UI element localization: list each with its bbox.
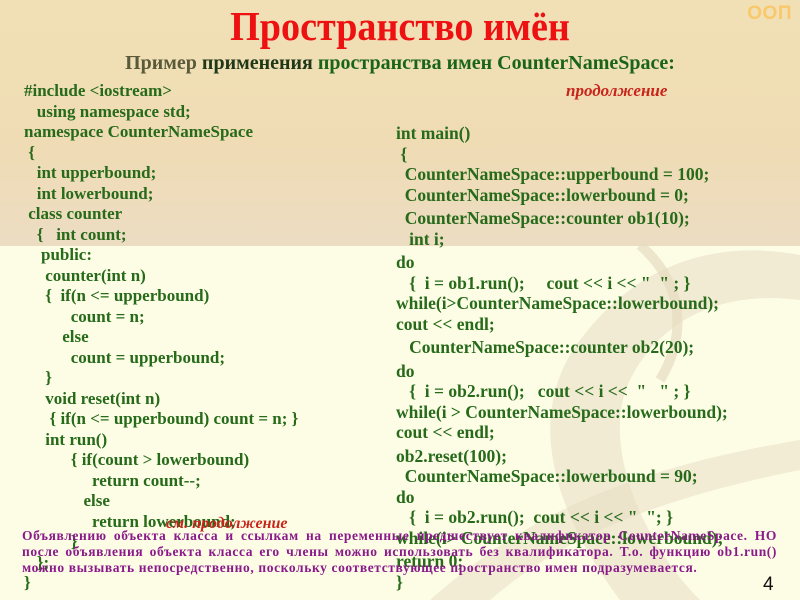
code-line: while(i > CounterNameSpace::lowerbound); [396,401,728,422]
subtitle-part-2: применения [201,52,313,74]
section-label: ООП [747,3,792,24]
code-line: count = n; [24,306,145,326]
page-number: 4 [763,574,774,595]
code-line: int i; [396,228,445,249]
code-line: class counter [24,204,123,223]
code-line: { [24,142,35,162]
code-line: int run() [24,429,108,449]
code-line: { i = ob2.run(); cout << i << " "; } [396,507,674,527]
code-line: { i = ob1.run(); cout << i << " " ; } [396,272,691,293]
code-line: ob2.reset(100); [396,445,507,466]
code-line: cout << endl; [396,313,495,334]
code-line: } [24,573,31,592]
continuation-label: продолжение [566,81,668,100]
code-line: else [24,327,89,346]
slide-subtitle: Пример применения пространства имен Coun… [0,51,800,75]
code-line: using namespace std; [24,101,191,121]
explanation-note: Объявлению объекта класса и ссылкам на п… [22,528,777,575]
code-line: { if(n <= upperbound) count = n; } [24,409,299,428]
code-line: CounterNameSpace::upperbound = 100; [396,164,710,184]
code-line: cout << endl; [396,422,495,442]
code-line: { int count; [24,224,127,244]
code-line: int main() [396,123,471,143]
code-line: { i = ob2.run(); cout << i << " " ; } [396,381,691,401]
code-line: int lowerbound; [24,183,154,203]
code-line: { [396,143,408,164]
code-line: return count--; [24,470,201,490]
slide-title: Пространство имён [230,3,570,49]
code-line: do [396,486,415,507]
code-line: while(i>CounterNameSpace::lowerbound); [396,293,719,313]
code-line: { if(n <= upperbound) [24,286,210,305]
code-line: void reset(int n) [24,388,161,408]
code-line: #include <iostream> [24,81,172,100]
code-line: counter(int n) [24,265,146,285]
right-code-block: продолжение int main() { CounterNameSpac… [396,81,728,592]
subtitle-part-1: Пример [125,52,197,74]
code-line: do [396,360,415,381]
code-line: CounterNameSpace::lowerbound = 90; [396,466,698,486]
code-line: else [24,491,110,510]
code-line: count = upperbound; [24,347,225,367]
code-line: CounterNameSpace::counter ob2(20); [396,337,695,357]
code-line: { if(count > lowerbound) [24,450,250,469]
code-line: CounterNameSpace::lowerbound = 0; [396,184,689,205]
code-line: } [24,368,52,387]
code-line: do [396,252,415,272]
code-line: int upperbound; [24,163,157,182]
code-line: namespace CounterNameSpace [24,122,253,141]
code-line: public: [24,245,93,264]
subtitle-part-3: пространства имен CounterNameSpace: [317,52,675,74]
code-line: CounterNameSpace::counter ob1(10); [396,208,690,228]
